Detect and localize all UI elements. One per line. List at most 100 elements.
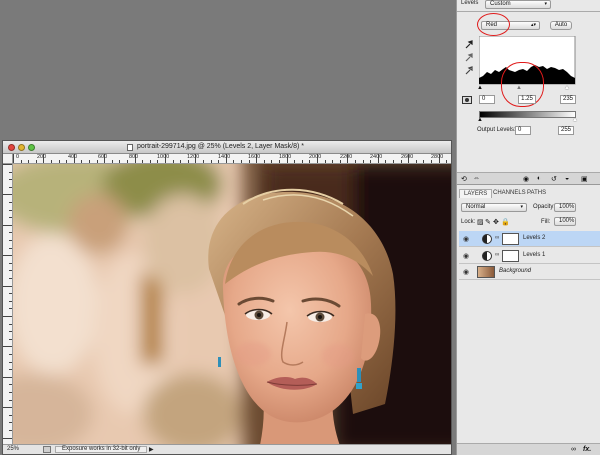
ruler-tick	[165, 154, 166, 163]
lock-transparency-icon[interactable]: ▨	[477, 218, 484, 226]
gray-eyedropper-icon[interactable]	[465, 53, 473, 62]
ruler-tick	[28, 160, 30, 163]
eye-icon[interactable]: ◉	[463, 268, 469, 276]
ruler-tick	[9, 209, 12, 211]
layer-row-background[interactable]: ◉ Background	[459, 264, 600, 280]
white-point-slider-icon[interactable]: ▲	[564, 85, 570, 91]
clip-to-layer-icon[interactable]	[462, 96, 472, 104]
eye-icon[interactable]: ◉	[463, 235, 469, 243]
output-white-slider-icon[interactable]: ▲	[572, 117, 578, 123]
reset-icon[interactable]: ↺	[551, 175, 557, 183]
layer-row-levels-1[interactable]: ◉ ∞ Levels 1	[459, 248, 600, 264]
tab-paths[interactable]: PATHS	[523, 189, 550, 198]
ruler-tick	[203, 160, 204, 163]
white-eyedropper-icon[interactable]	[465, 66, 473, 75]
gamma-slider-icon[interactable]: ▲	[516, 85, 522, 91]
ruler-label: 2400	[370, 154, 383, 160]
ruler-tick	[256, 154, 258, 163]
link-layers-icon[interactable]: ∞	[571, 446, 576, 453]
close-icon[interactable]	[8, 144, 15, 151]
blend-mode-select[interactable]: Normal ▾	[461, 203, 527, 212]
input-gamma-field[interactable]: 1.25	[518, 95, 536, 104]
fx-icon[interactable]: fx.	[583, 446, 591, 453]
ruler-tick	[96, 160, 98, 163]
link-icon[interactable]: ∞	[495, 252, 499, 258]
document-title-bar[interactable]: portrait-299714.jpg @ 25% (Levels 2, Lay…	[3, 141, 451, 154]
ruler-tick	[218, 160, 220, 163]
visibility-icon[interactable]: ◉	[523, 175, 529, 183]
expand-icon[interactable]: ⇔	[473, 175, 480, 182]
layer-name[interactable]: Background	[499, 268, 531, 274]
ruler-tick	[3, 316, 12, 317]
ruler-tick	[431, 160, 432, 163]
preset-select[interactable]: Custom ▾	[485, 0, 551, 9]
ruler-tick	[142, 160, 144, 163]
adjustment-layer-icon	[482, 234, 492, 244]
return-icon[interactable]: ⟲	[461, 175, 467, 183]
eye-icon[interactable]: ◉	[463, 252, 469, 260]
ruler-tick	[248, 160, 250, 163]
chevron-down-icon: ▾	[544, 1, 547, 7]
auto-button[interactable]: Auto	[550, 21, 572, 30]
status-menu-arrow-icon[interactable]: ▶	[149, 446, 154, 453]
ruler-tick	[13, 154, 14, 163]
document-title: portrait-299714.jpg @ 25% (Levels 2, Lay…	[137, 143, 305, 150]
output-levels-label: Output Levels:	[477, 127, 516, 133]
lock-all-icon[interactable]: 🔒	[501, 218, 510, 226]
vertical-ruler[interactable]	[3, 164, 13, 444]
ruler-tick	[9, 308, 12, 310]
layer-mask-thumbnail[interactable]	[502, 250, 519, 262]
delete-icon[interactable]: ▣	[581, 175, 588, 183]
document-window: portrait-299714.jpg @ 25% (Levels 2, Lay…	[2, 140, 452, 455]
status-icon[interactable]	[43, 446, 51, 453]
zoom-icon[interactable]	[28, 144, 35, 151]
ruler-tick	[438, 154, 440, 163]
ruler-tick	[339, 160, 341, 163]
link-icon[interactable]: ∞	[495, 235, 499, 241]
previous-state-icon[interactable]: ◐	[537, 175, 541, 182]
lock-position-icon[interactable]: ✥	[493, 218, 499, 226]
layer-row-levels-2[interactable]: ◉ ∞ Levels 2	[459, 231, 600, 247]
input-black-field[interactable]: 0	[479, 95, 495, 104]
layer-name[interactable]: Levels 1	[523, 252, 545, 258]
ruler-tick	[20, 160, 22, 163]
ruler-label: 1400	[218, 154, 231, 160]
status-text[interactable]: Exposure works in 32-bit only	[55, 446, 147, 453]
ruler-tick	[446, 160, 448, 163]
ruler-tick	[225, 154, 227, 163]
ruler-label: 1600	[248, 154, 261, 160]
zoom-field[interactable]: 25%	[7, 446, 29, 453]
output-black-slider-icon[interactable]: ▲	[477, 117, 483, 123]
fill-value: 100%	[559, 218, 575, 224]
ruler-tick	[210, 160, 212, 163]
ruler-tick	[9, 262, 12, 264]
layer-mask-thumbnail[interactable]	[502, 233, 519, 245]
ruler-tick	[385, 160, 387, 163]
output-white-field[interactable]: 255	[558, 126, 574, 135]
black-eyedropper-icon[interactable]	[465, 40, 473, 49]
horizontal-ruler[interactable]: 0 200 400 600 800 1000 1200 1400 1600 18…	[13, 154, 451, 164]
ruler-tick	[51, 160, 52, 163]
ruler-label: 2000	[309, 154, 322, 160]
ruler-tick	[408, 154, 410, 163]
opacity-field[interactable]: 100%	[554, 203, 576, 212]
layer-name[interactable]: Levels 2	[523, 235, 545, 241]
ruler-tick	[286, 154, 288, 163]
input-white-field[interactable]: 235	[560, 95, 576, 104]
photo-canvas[interactable]	[13, 164, 451, 445]
ruler-label: 200	[37, 154, 47, 160]
output-black-field[interactable]: 0	[515, 126, 531, 135]
fill-field[interactable]: 100%	[554, 217, 576, 226]
preset-value: Custom	[490, 1, 511, 7]
ruler-tick	[9, 232, 12, 234]
mask-icon[interactable]: ◒	[565, 175, 569, 182]
minimize-icon[interactable]	[18, 144, 25, 151]
background-thumbnail[interactable]	[477, 266, 495, 278]
right-panels: Levels Custom ▾ Red ▴▾ Auto ▲ ▲ ▲ 0 1.25…	[456, 0, 600, 455]
ruler-tick	[9, 422, 12, 424]
ruler-tick	[301, 160, 303, 163]
lock-pixels-icon[interactable]: ✎	[485, 218, 491, 226]
tab-layers[interactable]: LAYERS	[459, 189, 493, 198]
black-point-slider-icon[interactable]: ▲	[477, 85, 483, 91]
ruler-tick	[9, 331, 12, 333]
